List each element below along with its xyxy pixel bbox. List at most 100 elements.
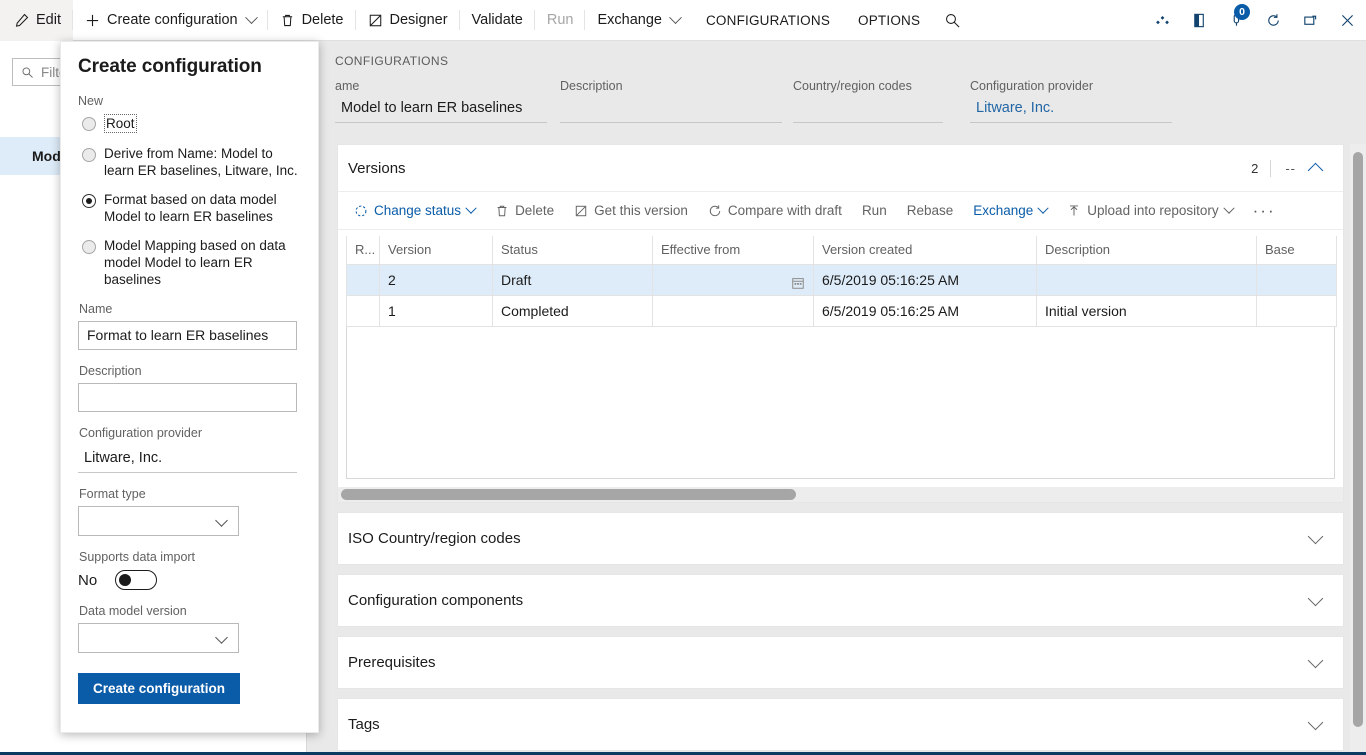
grid-horizontal-scrollbar[interactable] [338,487,1343,502]
delete-button[interactable]: Delete [268,0,356,41]
cell-base[interactable] [1257,264,1337,295]
cell-version-created[interactable]: 6/5/2019 05:16:25 AM [814,264,1037,295]
table-row[interactable]: 1 Completed 6/5/2019 05:16:25 AM Initial… [347,295,1337,326]
rebase-label: Rebase [907,203,954,218]
radio-option-model-mapping-based-on-data-model[interactable]: Model Mapping based on data model Model … [82,237,301,288]
cell-r [347,264,380,295]
exchange-button[interactable]: Exchange [585,0,692,41]
designer-button[interactable]: Designer [356,0,460,41]
page-vertical-scroll-thumb[interactable] [1353,152,1363,727]
column-header-r[interactable]: R... [347,236,380,264]
column-header-effective-from[interactable]: Effective from [653,236,814,264]
field-description-value[interactable] [560,100,782,123]
edit-button[interactable]: Edit [0,0,73,41]
notifications-button[interactable]: 0 [1218,0,1255,41]
cell-version[interactable]: 2 [380,264,493,295]
section-header[interactable]: Prerequisites [338,637,1343,688]
version-delete-button[interactable]: Delete [485,192,564,230]
section-prerequisites[interactable]: Prerequisites [337,636,1344,689]
chevron-up-icon[interactable] [1308,162,1324,178]
format-type-select[interactable] [78,506,239,536]
versions-overflow-button[interactable]: ··· [1243,202,1286,219]
data-model-version-select[interactable] [78,623,239,653]
field-configuration-provider-value[interactable]: Litware, Inc. [970,100,1172,123]
cell-effective-from[interactable] [653,264,814,295]
chevron-down-icon[interactable] [1308,652,1324,668]
cell-version[interactable]: 1 [380,295,493,326]
column-header-version[interactable]: Version [380,236,493,264]
radio-option-root[interactable]: Root [82,114,301,133]
column-header-version-created[interactable]: Version created [814,236,1037,264]
calendar-icon[interactable] [791,276,805,290]
name-field-label: Name [79,302,301,316]
validate-button[interactable]: Validate [460,0,535,41]
radio-icon[interactable] [82,194,96,208]
refresh-button[interactable] [1255,0,1292,41]
flyout-new-label: New [78,94,301,108]
column-header-base[interactable]: Base [1257,236,1337,264]
validate-label: Validate [472,12,523,28]
section-header[interactable]: Configuration components [338,575,1343,626]
table-row[interactable]: 2 Draft [347,264,1337,295]
chevron-down-icon [215,514,228,527]
cell-version-created[interactable]: 6/5/2019 05:16:25 AM [814,295,1037,326]
field-configuration-provider-label: Configuration provider [970,79,1172,93]
section-iso-country-region-codes[interactable]: ISO Country/region codes [337,512,1344,565]
compare-with-draft-button[interactable]: Compare with draft [698,192,852,230]
cell-description[interactable] [1037,264,1257,295]
edit-doc-icon [574,204,588,218]
name-input[interactable]: Format to learn ER baselines [78,321,297,350]
close-button[interactable] [1329,0,1366,41]
upload-into-repository-button[interactable]: Upload into repository [1057,192,1242,230]
cell-description[interactable]: Initial version [1037,295,1257,326]
section-tags[interactable]: Tags [337,698,1344,751]
supports-data-import-value: No [78,572,97,589]
radio-option-format-based-on-data-model[interactable]: Format based on data model Model to lear… [82,191,301,225]
radio-option-derive-from-name[interactable]: Derive from Name: Model to learn ER base… [82,145,301,179]
radio-icon[interactable] [82,148,96,162]
supports-data-import-toggle[interactable] [115,570,157,590]
radio-icon[interactable] [82,240,96,254]
chevron-down-icon [669,11,682,24]
cell-effective-from[interactable] [653,295,814,326]
field-country-region-codes-value[interactable] [793,100,943,123]
description-input[interactable] [78,383,297,412]
field-name-label: ame [335,79,547,93]
chevron-down-icon[interactable] [1308,714,1324,730]
section-configuration-components[interactable]: Configuration components [337,574,1344,627]
versions-card: Versions 2 -- Change status [337,144,1344,503]
search-icon [21,66,34,79]
radio-icon[interactable] [82,117,96,131]
column-header-status[interactable]: Status [493,236,653,264]
column-header-description[interactable]: Description [1037,236,1257,264]
get-this-version-button[interactable]: Get this version [564,192,698,230]
grid-horizontal-scroll-thumb[interactable] [341,489,796,500]
page-vertical-scrollbar[interactable] [1350,144,1366,753]
version-run-button[interactable]: Run [852,192,897,230]
create-configuration-submit-button[interactable]: Create configuration [78,673,240,704]
chevron-down-icon[interactable] [1308,590,1324,606]
settings-gear-button[interactable] [1144,0,1181,41]
change-status-button[interactable]: Change status [344,192,485,230]
run-label: Run [547,12,574,28]
field-name: ame Model to learn ER baselines [335,79,547,123]
chevron-down-icon[interactable] [1308,528,1324,544]
search-button[interactable] [934,0,971,41]
section-header[interactable]: Tags [338,699,1343,750]
company-button[interactable] [1181,0,1218,41]
cell-status[interactable]: Completed [493,295,653,326]
section-header[interactable]: ISO Country/region codes [338,513,1343,564]
field-name-value[interactable]: Model to learn ER baselines [335,100,547,123]
create-configuration-button[interactable]: Create configuration [73,0,268,41]
versions-card-header[interactable]: Versions 2 -- [338,145,1343,192]
tab-options[interactable]: OPTIONS [844,0,934,41]
tab-configurations[interactable]: CONFIGURATIONS [692,0,844,41]
rebase-button[interactable]: Rebase [897,192,964,230]
popout-button[interactable] [1292,0,1329,41]
delete-label: Delete [302,12,344,28]
cell-status[interactable]: Draft [493,264,653,295]
version-exchange-button[interactable]: Exchange [963,192,1057,230]
run-button: Run [535,0,586,41]
configuration-provider-value[interactable]: Litware, Inc. [78,445,297,473]
cell-base[interactable] [1257,295,1337,326]
